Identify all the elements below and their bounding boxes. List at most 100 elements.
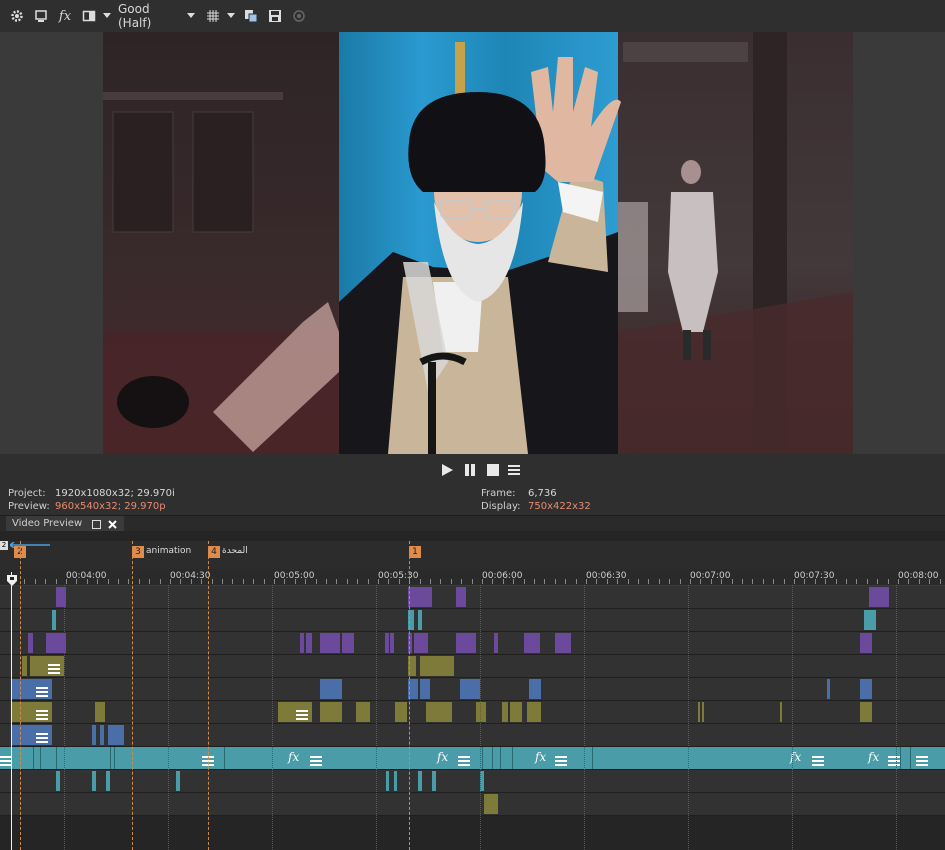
- timeline-clip[interactable]: [864, 610, 876, 630]
- timeline-clip[interactable]: [278, 702, 312, 722]
- timeline-track[interactable]: [0, 632, 945, 655]
- timeline-marker[interactable]: 1: [409, 546, 421, 558]
- clip-fx-icon[interactable]: fx: [437, 750, 448, 764]
- stop-icon[interactable]: [486, 462, 500, 481]
- timeline-clip[interactable]: [12, 679, 52, 699]
- timeline-clip[interactable]: [702, 702, 704, 722]
- timeline-clip[interactable]: [827, 679, 830, 699]
- timeline-clip[interactable]: [395, 702, 407, 722]
- timeline-clip[interactable]: [460, 679, 480, 699]
- timeline-marker[interactable]: 4: [208, 546, 220, 558]
- timeline-clip[interactable]: [860, 679, 872, 699]
- timeline-track[interactable]: [0, 586, 945, 609]
- timeline-clip[interactable]: [176, 771, 180, 791]
- timeline-marker[interactable]: 3: [132, 546, 144, 558]
- timeline-clip[interactable]: [494, 633, 498, 653]
- overlay-grid-icon[interactable]: [204, 6, 222, 26]
- timeline-clip[interactable]: [418, 771, 422, 791]
- timeline-clip[interactable]: [320, 633, 340, 653]
- timeline-clip[interactable]: [28, 633, 33, 653]
- timeline-track[interactable]: [0, 770, 945, 793]
- chevron-down-icon[interactable]: [100, 6, 114, 26]
- timeline-clip[interactable]: [869, 587, 889, 607]
- tab-video-preview[interactable]: Video Preview: [6, 516, 124, 531]
- menu-icon[interactable]: [507, 462, 521, 481]
- save-snapshot-icon[interactable]: [266, 6, 284, 26]
- clip-menu-icon[interactable]: [555, 752, 567, 771]
- timeline-clip[interactable]: [510, 702, 522, 722]
- gear-icon[interactable]: [8, 6, 26, 26]
- clip-menu-icon[interactable]: [48, 660, 60, 679]
- clip-menu-icon[interactable]: [916, 752, 928, 771]
- clip-menu-icon[interactable]: [36, 729, 48, 748]
- timeline-clip[interactable]: [385, 633, 389, 653]
- timeline-clip[interactable]: [456, 587, 466, 607]
- copy-snapshot-icon[interactable]: [242, 6, 260, 26]
- timeline-clip[interactable]: [100, 725, 104, 745]
- chevron-down-icon[interactable]: [224, 6, 238, 26]
- clip-menu-icon[interactable]: [36, 683, 48, 702]
- pause-icon[interactable]: [463, 462, 477, 481]
- timeline-clip[interactable]: [106, 771, 110, 791]
- timeline-clip[interactable]: [108, 725, 124, 745]
- timeline-track[interactable]: [0, 655, 945, 678]
- fx-icon[interactable]: fx: [56, 6, 74, 26]
- chevron-down-icon[interactable]: [184, 6, 198, 26]
- playhead-line[interactable]: [11, 572, 12, 850]
- timeline-clip[interactable]: [408, 587, 432, 607]
- timeline-clip[interactable]: [22, 656, 27, 676]
- clip-menu-icon[interactable]: [812, 752, 824, 771]
- timeline-clip[interactable]: [698, 702, 700, 722]
- split-screen-icon[interactable]: [80, 6, 98, 26]
- timeline-clip[interactable]: [432, 771, 436, 791]
- clip-fx-icon[interactable]: fx: [288, 750, 299, 764]
- timeline-clip[interactable]: [12, 702, 52, 722]
- timeline-clip[interactable]: [484, 794, 498, 814]
- timeline-clip[interactable]: [92, 725, 96, 745]
- timeline-clip[interactable]: [780, 702, 782, 722]
- timeline-clip[interactable]: [46, 633, 66, 653]
- timeline-clip[interactable]: [306, 633, 312, 653]
- timeline-clip[interactable]: [476, 702, 486, 722]
- timeline-clip[interactable]: [356, 702, 370, 722]
- clip-menu-icon[interactable]: [458, 752, 470, 771]
- time-ruler[interactable]: 00:04:00 00:04:30 00:05:00 00:05:30 00:0…: [0, 569, 945, 586]
- timeline-clip[interactable]: [390, 633, 394, 653]
- timeline-clip[interactable]: [52, 610, 56, 630]
- quality-select[interactable]: Good (Half): [118, 2, 184, 30]
- timeline-clip[interactable]: [56, 771, 60, 791]
- clip-fx-icon[interactable]: fx: [868, 750, 879, 764]
- timeline-clip[interactable]: [394, 771, 397, 791]
- timeline-clip[interactable]: [426, 702, 452, 722]
- timeline-clip[interactable]: [555, 633, 571, 653]
- timeline-clip[interactable]: [12, 725, 52, 745]
- play-icon[interactable]: [440, 462, 454, 481]
- clip-menu-icon[interactable]: [36, 706, 48, 725]
- timeline-clip[interactable]: [860, 702, 872, 722]
- timeline-track[interactable]: [0, 678, 945, 701]
- timeline-track[interactable]: [0, 724, 945, 747]
- timeline-clip[interactable]: [524, 633, 540, 653]
- preview-device-icon[interactable]: [32, 6, 50, 26]
- timeline-clip[interactable]: [92, 771, 96, 791]
- timeline-clip[interactable]: [420, 679, 430, 699]
- timeline-clip[interactable]: [320, 679, 342, 699]
- clip-menu-icon[interactable]: [888, 752, 900, 771]
- timeline-clip[interactable]: [502, 702, 508, 722]
- timeline-clip[interactable]: [386, 771, 389, 791]
- timeline-clip[interactable]: [529, 679, 541, 699]
- timeline-track[interactable]: [0, 793, 945, 816]
- timeline-clip[interactable]: fx fx fx fx fx: [0, 747, 945, 769]
- timeline-clip[interactable]: [860, 633, 872, 653]
- timeline-track[interactable]: [0, 701, 945, 724]
- timeline-clip[interactable]: [414, 633, 428, 653]
- timeline-clip[interactable]: [30, 656, 64, 676]
- clip-menu-icon[interactable]: [296, 706, 308, 725]
- timeline-clip[interactable]: [342, 633, 354, 653]
- timeline-clip[interactable]: [320, 702, 342, 722]
- timeline-clip[interactable]: [95, 702, 105, 722]
- timeline-track[interactable]: fx fx fx fx fx: [0, 747, 945, 770]
- timeline-clip[interactable]: [420, 656, 454, 676]
- playhead-icon[interactable]: [7, 571, 17, 590]
- timeline-track[interactable]: [0, 609, 945, 632]
